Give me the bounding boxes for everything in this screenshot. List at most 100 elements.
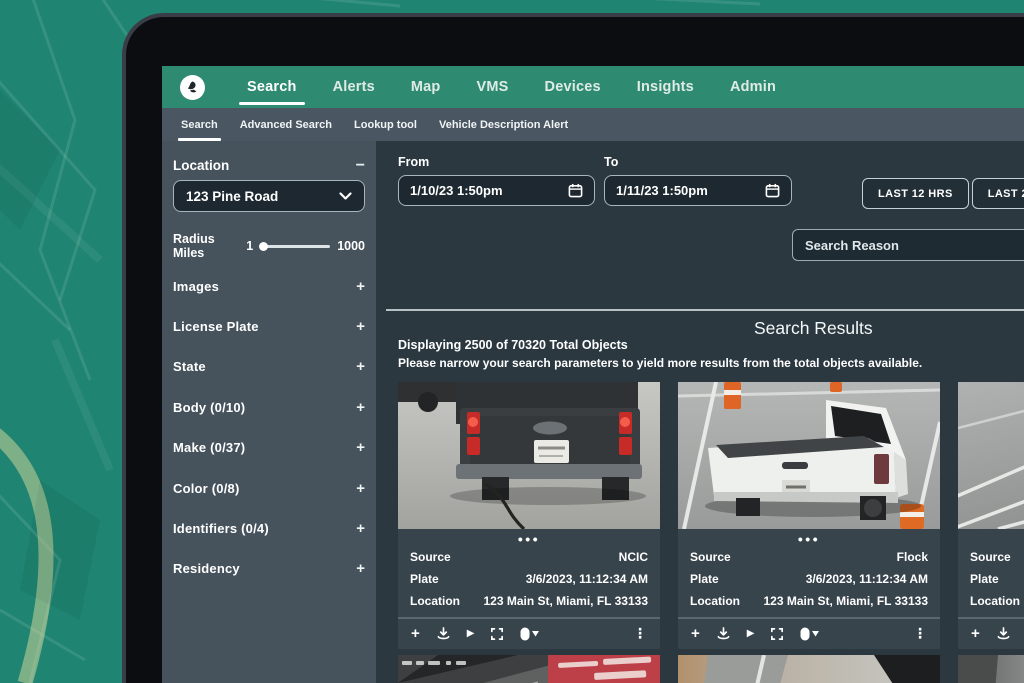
result-card[interactable]: ••• SourceNCIC Plate3/6/2023, 11:12:34 A… xyxy=(398,382,660,649)
filter-row-images[interactable]: Images+ xyxy=(173,266,365,306)
subnav-item-lookup-tool[interactable]: Lookup tool xyxy=(343,108,428,141)
search-reason-input[interactable] xyxy=(792,229,1024,261)
filter-row-color[interactable]: Color (0/8)+ xyxy=(173,468,365,508)
filter-row-identifiers[interactable]: Identifiers (0/4) + xyxy=(173,508,365,548)
radius-slider-track xyxy=(260,245,330,248)
result-card[interactable]: ••• Source Plate Location + ▶ xyxy=(958,382,1024,649)
nav-tab-alerts[interactable]: Alerts xyxy=(315,66,393,108)
location-value: 123 Main St, Miami, FL 33133 xyxy=(483,590,648,612)
subnav-label: Vehicle Description Alert xyxy=(439,119,568,131)
expand-plus-icon[interactable]: + xyxy=(356,560,365,577)
vehicle-photo[interactable] xyxy=(958,382,1024,529)
vehicle-photo[interactable] xyxy=(958,655,1024,683)
to-label: To xyxy=(604,155,792,169)
app-screen: Search Alerts Map VMS Devices Insights A… xyxy=(162,66,1024,683)
image-pagination-dots[interactable]: ••• xyxy=(958,533,1024,546)
expand-plus-icon[interactable]: + xyxy=(356,318,365,335)
nav-tab-admin[interactable]: Admin xyxy=(712,66,794,108)
location-select[interactable]: 123 Pine Road xyxy=(173,180,365,212)
filters-sidebar: Location − 123 Pine Road Radius Miles 1 … xyxy=(162,141,376,683)
subnav-item-search[interactable]: Search xyxy=(170,108,229,141)
card-action-bar: + ▶ ⋮ xyxy=(958,619,1024,649)
vehicle-photo[interactable] xyxy=(398,382,660,529)
content-area: Location − 123 Pine Road Radius Miles 1 … xyxy=(162,141,1024,683)
location-select-value: 123 Pine Road xyxy=(186,189,278,204)
mouse-actions-dropdown-icon[interactable] xyxy=(800,627,819,641)
filter-row-make[interactable]: Make (0/37)+ xyxy=(173,428,365,468)
results-row-1: ••• SourceNCIC Plate3/6/2023, 11:12:34 A… xyxy=(398,382,1024,649)
expand-plus-icon[interactable]: + xyxy=(356,278,365,295)
collapse-minus-icon[interactable]: − xyxy=(356,161,365,171)
radius-slider-thumb[interactable] xyxy=(259,242,268,251)
from-date-group: From 1/10/23 1:50pm xyxy=(398,155,595,206)
download-icon[interactable] xyxy=(437,627,450,640)
last-24-hrs-button[interactable]: LAST 24 HRS xyxy=(972,178,1024,209)
expand-plus-icon[interactable]: + xyxy=(356,399,365,416)
from-label: From xyxy=(398,155,595,169)
filter-label: Identifiers (0/4) xyxy=(173,521,269,536)
location-section-header: Location − xyxy=(173,158,365,173)
filter-row-state[interactable]: State+ xyxy=(173,347,365,387)
subnav-item-advanced-search[interactable]: Advanced Search xyxy=(229,108,343,141)
calendar-icon[interactable] xyxy=(568,183,583,198)
card-action-bar: + ▶ ⋮ xyxy=(398,619,660,649)
kebab-menu-icon[interactable]: ⋮ xyxy=(633,625,647,642)
expand-icon[interactable] xyxy=(491,628,503,640)
source-label: Source xyxy=(410,546,451,568)
vehicle-photo[interactable] xyxy=(678,382,940,529)
mouse-actions-dropdown-icon[interactable] xyxy=(520,627,539,641)
expand-plus-icon[interactable]: + xyxy=(356,439,365,456)
filter-row-body[interactable]: Body (0/10) + xyxy=(173,387,365,427)
to-date-input[interactable]: 1/11/23 1:50pm xyxy=(604,175,792,206)
download-icon[interactable] xyxy=(997,627,1010,640)
vehicle-photo[interactable] xyxy=(678,655,940,683)
card-metadata: Source Plate Location xyxy=(958,546,1024,617)
results-row-2 xyxy=(398,655,1024,683)
play-icon[interactable]: ▶ xyxy=(467,628,475,639)
expand-plus-icon[interactable]: + xyxy=(356,480,365,497)
card-action-bar: + ▶ ⋮ xyxy=(678,619,940,649)
from-date-input[interactable]: 1/10/23 1:50pm xyxy=(398,175,595,206)
add-to-case-icon[interactable]: + xyxy=(411,627,420,641)
subnav-item-vehicle-description-alert[interactable]: Vehicle Description Alert xyxy=(428,108,579,141)
laptop-bezel-inner: Search Alerts Map VMS Devices Insights A… xyxy=(126,17,1024,683)
location-label: Location xyxy=(410,590,460,612)
nav-tab-insights[interactable]: Insights xyxy=(619,66,712,108)
add-to-case-icon[interactable]: + xyxy=(971,627,980,641)
flock-logo-icon[interactable] xyxy=(180,75,205,100)
nav-tab-label: Map xyxy=(411,79,441,95)
nav-tab-label: VMS xyxy=(477,79,509,95)
filter-row-residency[interactable]: Residency+ xyxy=(173,549,365,589)
result-card[interactable]: ••• SourceFlock Plate3/6/2023, 11:12:34 … xyxy=(678,382,940,649)
last-12-hrs-button[interactable]: LAST 12 HRS xyxy=(862,178,969,209)
results-divider xyxy=(386,309,1024,311)
radius-label: Radius Miles xyxy=(173,232,239,260)
result-card[interactable] xyxy=(958,655,1024,683)
page: { "nav": { "tabs": [ { "label": "Search"… xyxy=(0,0,1024,683)
nav-tab-map[interactable]: Map xyxy=(393,66,459,108)
nav-tab-devices[interactable]: Devices xyxy=(527,66,619,108)
expand-plus-icon[interactable]: + xyxy=(356,358,365,375)
filter-label: Body (0/10) xyxy=(173,400,245,415)
add-to-case-icon[interactable]: + xyxy=(691,627,700,641)
play-icon[interactable]: ▶ xyxy=(747,628,755,639)
result-card[interactable] xyxy=(398,655,660,683)
location-value: 123 Main St, Miami, FL 33133 xyxy=(763,590,928,612)
nav-tab-vms[interactable]: VMS xyxy=(459,66,527,108)
nav-tabs: Search Alerts Map VMS Devices Insights A… xyxy=(229,66,794,108)
filter-row-license-plate[interactable]: License Plate+ xyxy=(173,306,365,346)
vehicle-photo[interactable] xyxy=(398,655,660,683)
calendar-icon[interactable] xyxy=(765,183,780,198)
download-icon[interactable] xyxy=(717,627,730,640)
source-label: Source xyxy=(690,546,731,568)
radius-slider[interactable] xyxy=(260,242,330,251)
result-card[interactable] xyxy=(678,655,940,683)
card-metadata: SourceNCIC Plate3/6/2023, 11:12:34 AM Lo… xyxy=(398,546,660,617)
kebab-menu-icon[interactable]: ⋮ xyxy=(913,625,927,642)
nav-tab-search[interactable]: Search xyxy=(229,66,315,108)
chevron-down-icon xyxy=(339,192,352,200)
image-pagination-dots[interactable]: ••• xyxy=(678,533,940,546)
expand-plus-icon[interactable]: + xyxy=(356,520,365,537)
image-pagination-dots[interactable]: ••• xyxy=(398,533,660,546)
expand-icon[interactable] xyxy=(771,628,783,640)
